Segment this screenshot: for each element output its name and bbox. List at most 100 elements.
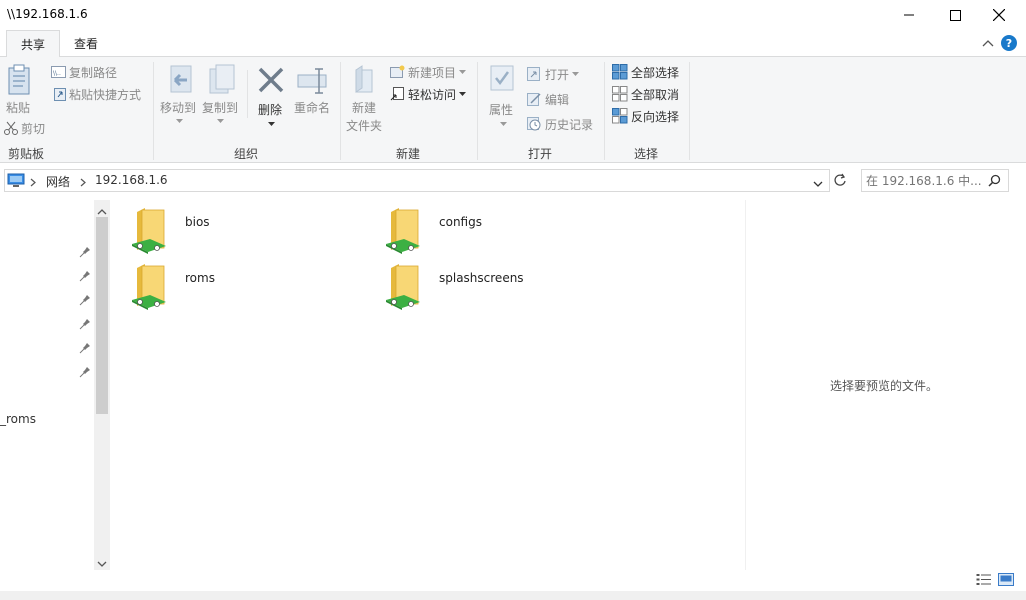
paste-label: 粘贴 <box>6 101 31 115</box>
maximize-button[interactable] <box>932 0 978 30</box>
delete-button[interactable] <box>257 66 285 97</box>
address-dropdown-button[interactable] <box>813 177 823 191</box>
group-label-organize: 组织 <box>233 147 258 161</box>
ribbon-tab-row <box>0 30 1026 57</box>
delete-x-icon <box>258 67 284 93</box>
new-folder-label-1: 新建 <box>352 101 377 115</box>
item-name[interactable]: roms <box>185 271 215 285</box>
copy-path-button[interactable]: \\.. 复制路径 <box>51 62 117 82</box>
copy-to-button[interactable] <box>208 64 236 99</box>
move-to-dropdown[interactable] <box>176 113 183 127</box>
copy-to-dropdown[interactable] <box>217 113 224 127</box>
tab-view-label: 查看 <box>74 37 99 51</box>
preview-divider[interactable] <box>745 200 746 570</box>
maximize-icon <box>949 9 961 21</box>
paste-shortcut-label: 粘贴快捷方式 <box>69 87 142 102</box>
list-item[interactable] <box>384 206 426 254</box>
list-item[interactable] <box>130 206 172 254</box>
rename-label: 重命名 <box>294 101 331 115</box>
shared-folder-icon <box>386 208 420 254</box>
pin-icon[interactable] <box>79 318 91 330</box>
tab-view[interactable]: 查看 <box>74 30 98 57</box>
history-button[interactable]: 历史记录 <box>527 114 593 134</box>
rename-icon <box>297 68 327 94</box>
tab-share-label: 共享 <box>21 38 46 52</box>
invert-selection-button[interactable]: 反向选择 <box>612 106 679 126</box>
paste-button[interactable] <box>6 64 32 99</box>
caret-down-icon <box>572 71 580 76</box>
chevron-right-icon <box>80 176 86 190</box>
rename-button[interactable] <box>297 66 329 97</box>
edit-icon <box>527 93 541 106</box>
copy-path-icon: \\.. <box>51 66 66 78</box>
scroll-down-button[interactable] <box>97 557 107 571</box>
search-input[interactable] <box>866 172 981 190</box>
delete-dropdown[interactable] <box>268 116 275 130</box>
group-label-select: 选择 <box>633 147 658 161</box>
properties-dropdown[interactable] <box>500 116 507 130</box>
easy-access-button[interactable]: 轻松访问 <box>390 84 467 104</box>
pin-icon[interactable] <box>79 342 91 354</box>
chevron-right-icon <box>30 176 36 190</box>
breadcrumb-network[interactable]: 网络 <box>46 173 70 190</box>
edit-label: 编辑 <box>545 92 570 107</box>
minimize-button[interactable] <box>886 0 932 30</box>
paste-shortcut-button[interactable]: 粘贴快捷方式 <box>54 84 141 104</box>
history-icon <box>527 117 541 131</box>
svg-text:\\..: \\.. <box>53 70 61 77</box>
properties-icon <box>490 65 514 91</box>
new-folder-icon <box>355 65 373 93</box>
easy-access-icon <box>390 87 404 101</box>
properties-button[interactable] <box>489 64 515 99</box>
list-item[interactable] <box>384 262 426 310</box>
item-name[interactable]: splashscreens <box>439 271 524 285</box>
minimize-icon <box>904 14 914 16</box>
nav-scrollbar-thumb[interactable] <box>96 217 108 414</box>
nav-item-partial[interactable]: _roms <box>0 412 36 426</box>
breadcrumb-host[interactable]: 192.168.1.6 <box>95 173 168 187</box>
large-icons-view-icon <box>998 573 1014 586</box>
caret-down-icon <box>459 69 467 74</box>
list-item[interactable] <box>130 262 172 310</box>
ribbon-separator <box>340 62 341 160</box>
large-icons-view-button[interactable] <box>998 573 1014 589</box>
help-button[interactable]: ? <box>1001 35 1017 51</box>
ribbon-separator <box>477 62 478 160</box>
pin-icon[interactable] <box>79 366 91 378</box>
scroll-up-button[interactable] <box>97 204 107 218</box>
pin-icon[interactable] <box>79 270 91 282</box>
close-button[interactable] <box>976 0 1022 30</box>
search-icon <box>988 174 1001 190</box>
pin-icon[interactable] <box>79 246 91 258</box>
new-folder-button[interactable] <box>352 64 378 99</box>
details-view-button[interactable] <box>976 573 992 589</box>
scissors-icon <box>4 121 18 135</box>
history-label: 历史记录 <box>545 117 594 132</box>
select-all-button[interactable]: 全部选择 <box>612 62 679 82</box>
move-to-button[interactable] <box>167 64 195 99</box>
open-icon <box>527 67 540 81</box>
tab-share[interactable]: 共享 <box>6 30 61 58</box>
ribbon-collapse-button[interactable] <box>982 37 994 51</box>
refresh-button[interactable] <box>833 173 847 190</box>
caret-down-icon <box>217 119 224 123</box>
new-item-icon <box>390 65 405 78</box>
pin-icon[interactable] <box>79 294 91 306</box>
edit-button[interactable]: 编辑 <box>527 89 569 109</box>
item-name[interactable]: configs <box>439 215 482 229</box>
help-icon: ? <box>1005 36 1013 50</box>
window-bottom-edge <box>0 591 1026 600</box>
open-button[interactable]: 打开 <box>527 64 580 84</box>
copy-to-icon <box>209 64 235 94</box>
select-all-label: 全部选择 <box>631 65 680 80</box>
item-name[interactable]: bios <box>185 215 210 229</box>
new-item-button[interactable]: 新建项目 <box>390 62 467 82</box>
ribbon-separator <box>153 62 154 160</box>
copy-path-label: 复制路径 <box>69 65 118 80</box>
caret-down-icon <box>500 122 507 126</box>
close-icon <box>993 9 1005 21</box>
select-none-button[interactable]: 全部取消 <box>612 84 679 104</box>
caret-down-icon <box>459 91 467 96</box>
ribbon-inner-separator <box>247 70 248 118</box>
cut-button[interactable]: 剪切 <box>4 118 45 138</box>
